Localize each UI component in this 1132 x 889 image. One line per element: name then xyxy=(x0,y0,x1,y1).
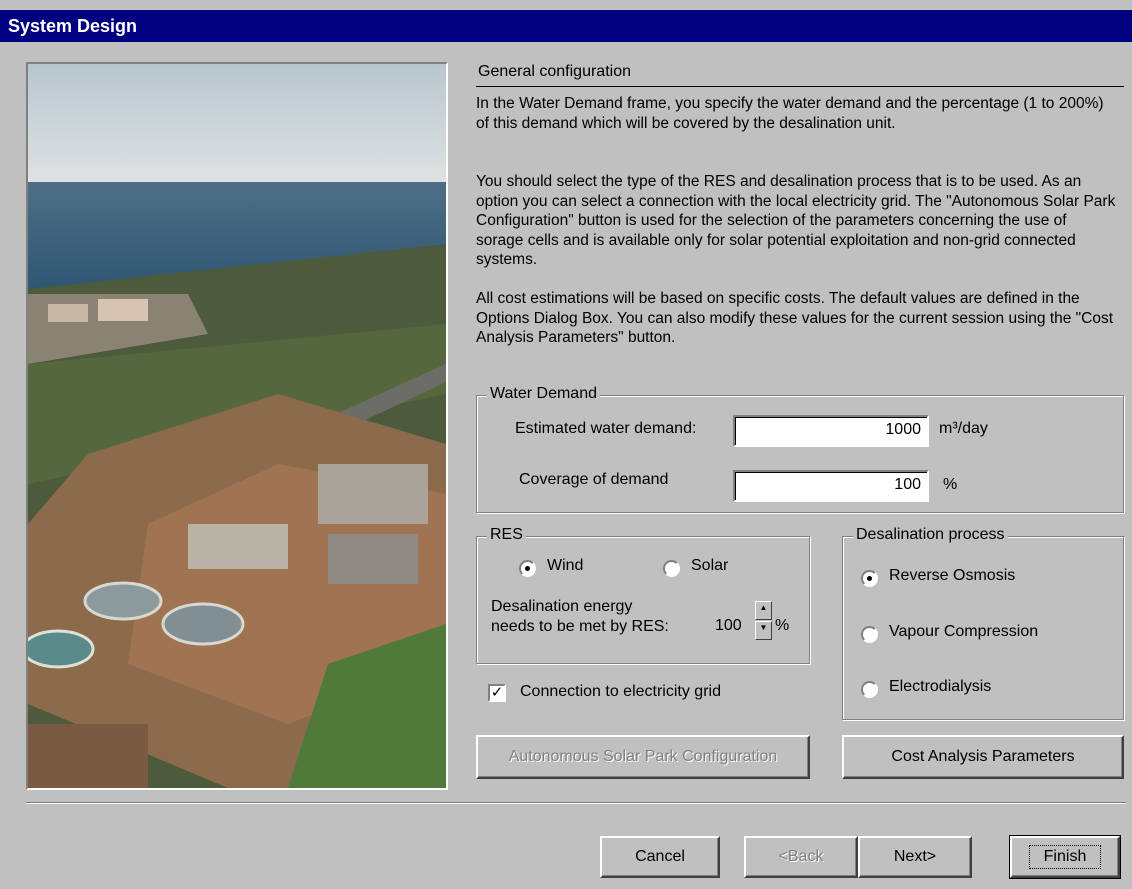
coverage-label: Coverage of demand xyxy=(519,471,669,488)
help-paragraph-2: You should select the type of the RES an… xyxy=(476,173,1116,268)
vapour-compression-radio[interactable] xyxy=(861,626,878,643)
footer-divider xyxy=(26,802,1126,804)
cost-analysis-button[interactable]: Cost Analysis Parameters xyxy=(842,735,1124,779)
energy-spin-up[interactable]: ▲ xyxy=(755,601,772,620)
finish-label: Finish xyxy=(1028,845,1102,869)
coverage-unit: % xyxy=(943,476,958,493)
back-button[interactable]: <Back xyxy=(744,836,858,878)
reverse-osmosis-radio[interactable] xyxy=(861,570,878,587)
vapour-compression-label[interactable]: Vapour Compression xyxy=(889,623,1038,641)
autonomous-solar-park-button[interactable]: Autonomous Solar Park Configuration xyxy=(476,735,810,779)
electrodialysis-radio[interactable] xyxy=(861,681,878,698)
energy-spin-down[interactable]: ▼ xyxy=(755,621,772,640)
help-paragraph-3: All cost estimations will be based on sp… xyxy=(476,290,1114,346)
water-demand-group: Water Demand Estimated water demand: 100… xyxy=(476,385,1124,513)
grid-label[interactable]: Connection to electricity grid xyxy=(520,683,721,701)
section-title: General configuration xyxy=(478,63,631,80)
next-button[interactable]: Next> xyxy=(858,836,972,878)
electrodialysis-label[interactable]: Electrodialysis xyxy=(889,678,991,696)
res-legend: RES xyxy=(487,526,526,544)
section-divider xyxy=(476,86,1124,87)
energy-label-line2: needs to be met by RES: xyxy=(491,618,669,635)
wind-radio[interactable] xyxy=(519,560,536,577)
finish-button[interactable]: Finish xyxy=(1009,835,1121,879)
estimated-demand-unit: m³/day xyxy=(939,420,988,437)
window-title: System Design xyxy=(0,10,1132,42)
desalination-plant-photo xyxy=(26,62,448,790)
coverage-field[interactable]: 100 xyxy=(733,470,929,502)
estimated-demand-field[interactable]: 1000 xyxy=(733,415,929,447)
energy-label-line1: Desalination energy xyxy=(491,598,633,615)
desalination-group: Desalination process Reverse Osmosis Vap… xyxy=(842,526,1124,720)
energy-unit: % xyxy=(775,617,790,634)
res-group: RES Wind Solar Desalination energy needs… xyxy=(476,526,810,664)
cancel-button[interactable]: Cancel xyxy=(600,836,720,878)
water-demand-legend: Water Demand xyxy=(487,385,600,403)
desalination-legend: Desalination process xyxy=(853,526,1008,544)
solar-label[interactable]: Solar xyxy=(691,557,728,575)
solar-radio[interactable] xyxy=(663,560,680,577)
grid-checkbox[interactable]: ✓ xyxy=(488,684,506,702)
estimated-demand-label: Estimated water demand: xyxy=(515,420,697,437)
wind-label[interactable]: Wind xyxy=(547,557,583,575)
energy-value[interactable]: 100 xyxy=(715,617,742,635)
reverse-osmosis-label[interactable]: Reverse Osmosis xyxy=(889,567,1015,585)
help-paragraph-1: In the Water Demand frame, you specify t… xyxy=(476,95,1104,132)
